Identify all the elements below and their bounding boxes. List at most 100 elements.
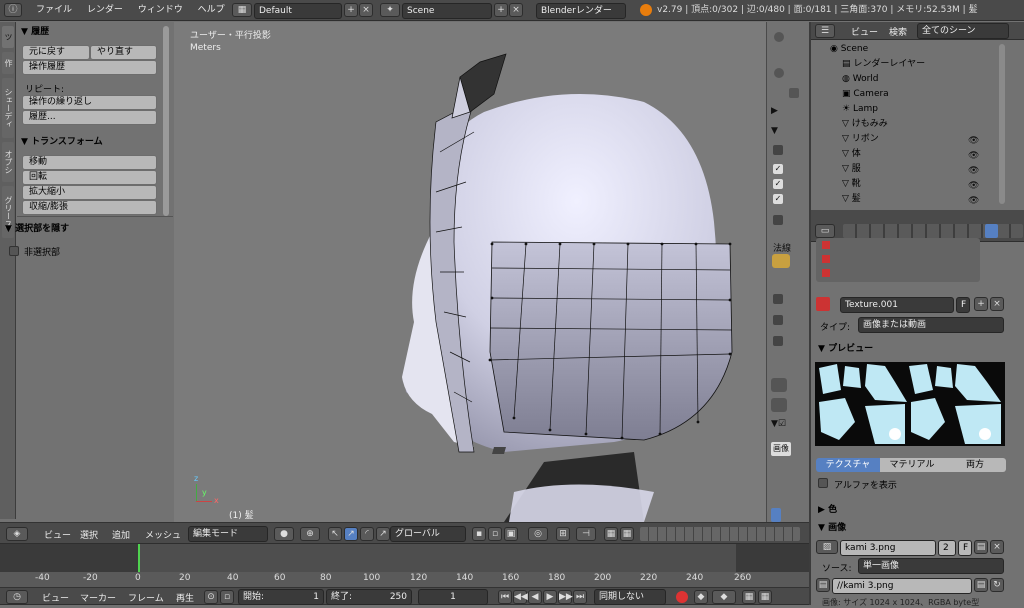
outliner-row-kemomimi[interactable]: ▽ けもみみ [816,117,1010,132]
texture-tab-icon[interactable] [985,224,998,238]
strip-check-2[interactable]: ✓ [773,164,783,174]
translate-manipulator-icon[interactable]: ↗ [344,527,358,541]
jump-keyframe-prev-icon[interactable]: ◀◀ [513,590,528,604]
menu-window[interactable]: ウィンドウ [132,0,189,20]
insert-keyframe-icon[interactable]: ▦ [742,590,756,604]
history-panel-title[interactable]: ▼ 履歴 [21,24,49,37]
tab-shading[interactable]: シェーディ [2,78,14,138]
scale-button[interactable]: 拡大縮小 [22,185,157,200]
strip-check-5[interactable] [773,215,783,225]
layout-icon[interactable]: ▦ [232,3,252,17]
redo-button[interactable]: やり直す [90,45,157,60]
sync-select[interactable]: 同期しない [594,589,666,605]
strip-arrow-down-icon[interactable]: ▼ [771,126,778,136]
texture-name-field[interactable]: Texture.001 [840,297,954,313]
snap-icon[interactable]: ⊞ [556,527,570,541]
delete-keyframe-icon[interactable]: ▦ [758,590,772,604]
normals-icon[interactable] [772,254,790,268]
image-label[interactable]: 画像 [771,442,791,456]
timeline-menu-view[interactable]: ビュー [42,591,69,604]
menu-render[interactable]: レンダー [81,0,129,20]
viewport-menu-add[interactable]: 追加 [112,528,130,541]
keying-set-icon[interactable]: ◆ [694,590,708,604]
repeat-history-button[interactable]: 履歴... [22,110,157,125]
image-open-icon[interactable]: ▤ [974,540,988,554]
show-alpha-checkbox[interactable] [818,478,828,488]
filepath-browse-icon[interactable]: ▤ [974,578,988,592]
scene-icon[interactable]: ✦ [380,3,400,17]
image-fake-user-button[interactable]: F [958,540,972,556]
hide-selected-panel-title[interactable]: ▼ 選択部を隠す [5,221,69,234]
viewport-menu-view[interactable]: ビュー [44,528,71,541]
strip-check-down-icon[interactable]: ▼☑ [771,419,786,429]
scale-manipulator-icon[interactable]: ↗ [376,527,390,541]
rotate-button[interactable]: 回転 [22,170,157,185]
keyframe-type-icon[interactable]: ◆ [712,590,736,604]
outliner-row-renderlayer[interactable]: ▤ レンダーレイヤー [816,57,1010,72]
orientation-select[interactable]: グローバル [390,526,466,542]
timeline-menu-marker[interactable]: マーカー [80,591,116,604]
strip-toggle-2[interactable] [774,68,784,78]
strip-check-1[interactable] [773,145,783,155]
toolshelf-scrollbar[interactable] [163,26,169,216]
outliner-row-hair[interactable]: ▽ 髪 [816,192,1010,207]
outliner-row-shoes[interactable]: ▽ 靴 [816,177,1010,192]
render-engine-select[interactable]: Blenderレンダー [536,3,626,19]
preview-panel-title[interactable]: ▼ プレビュー [818,341,873,354]
play-icon[interactable]: ▶ [543,590,557,604]
jump-keyframe-next-icon[interactable]: ▶▶ [558,590,573,604]
render-icon[interactable]: ▦ [620,527,634,541]
texture-unlink-icon[interactable]: × [990,297,1004,311]
preview-tab-material[interactable]: マテリアル [880,458,944,472]
texture-fake-user-button[interactable]: F [956,297,970,313]
outliner-row-camera[interactable]: ▣ Camera [816,87,1010,102]
outliner-menu-search[interactable]: 検索 [889,25,907,38]
strip-check-8[interactable] [773,336,783,346]
preview-tab-both[interactable]: 両方 [944,458,1006,472]
viewport-editor-icon[interactable]: ◈ [6,527,28,541]
image-filepath-field[interactable]: //kami 3.png [832,578,972,594]
layout-close-icon[interactable]: × [359,3,373,17]
strip-check-3[interactable]: ✓ [773,179,783,189]
area-divider-horizontal[interactable] [811,210,1024,220]
preview-tab-texture[interactable]: テクスチャ [816,458,880,472]
strip-toggle-1[interactable] [774,32,784,42]
current-frame-cursor[interactable] [138,544,140,572]
translate-button[interactable]: 移動 [22,155,157,170]
vertex-select-icon[interactable]: ▪ [472,527,486,541]
scene-field[interactable]: Scene [402,3,492,19]
transform-panel-title[interactable]: ▼ トランスフォーム [21,134,103,147]
strip-check-4[interactable]: ✓ [773,194,783,204]
strip-color-swatch[interactable] [771,508,781,522]
jump-end-icon[interactable]: ⏭ [573,590,587,604]
tab-options[interactable]: オプシ [2,142,14,182]
viewport-menu-mesh[interactable]: メッシュ [145,528,181,541]
layout-add-icon[interactable]: + [344,3,358,17]
timeline-menu-frame[interactable]: フレーム [128,591,164,604]
image-source-select[interactable]: 単一画像 [858,558,1004,574]
texture-slot-list[interactable] [816,238,980,282]
jump-start-icon[interactable]: ⏮ [498,590,512,604]
layout-field[interactable]: Default [254,3,342,19]
shrink-fatten-button[interactable]: 収縮/膨張 [22,200,157,215]
face-select-icon[interactable]: ▣ [504,527,518,541]
outliner-row-body[interactable]: ▽ 体 [816,147,1010,162]
image-unlink-icon[interactable]: × [990,540,1004,554]
manipulator-icon[interactable]: ↖ [328,527,342,541]
proportional-edit-icon[interactable]: ◎ [528,527,548,541]
texture-add-icon[interactable]: + [974,297,988,311]
rotate-manipulator-icon[interactable]: ◜ [360,527,374,541]
area-divider[interactable] [809,22,811,605]
strip-check-6[interactable] [773,294,783,304]
mode-select[interactable]: 編集モード [188,526,268,542]
pivot-icon[interactable]: ⊕ [300,527,320,541]
record-icon[interactable] [676,591,688,603]
scene-close-icon[interactable]: × [509,3,523,17]
strip-button-2[interactable] [771,398,787,412]
image-panel-title[interactable]: ▼ 画像 [818,520,846,533]
outliner-row-clothes[interactable]: ▽ 服 [816,162,1010,177]
outliner-row-lamp[interactable]: ☀ Lamp [816,102,1010,117]
render-preview-icon[interactable]: ▦ [604,527,618,541]
color-panel-title[interactable]: ▶ 色 [818,502,837,515]
outliner-menu-view[interactable]: ビュー [851,25,878,38]
